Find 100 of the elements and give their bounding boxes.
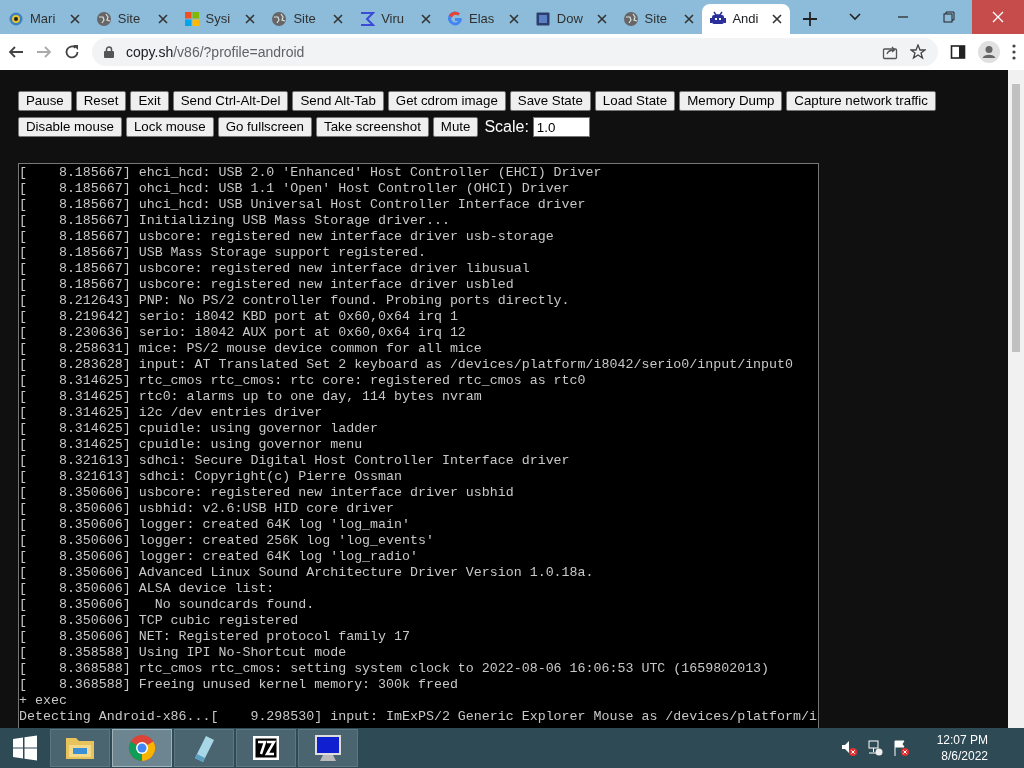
close-icon[interactable] xyxy=(157,14,168,24)
share-icon[interactable] xyxy=(882,44,898,60)
toolbar-button[interactable]: Load State xyxy=(594,91,676,111)
document-icon xyxy=(534,11,551,27)
squares-icon xyxy=(183,11,200,27)
terminal-line: [ 8.350606] TCP cubic registered xyxy=(19,613,300,629)
toolbar-button[interactable]: Capture network traffic xyxy=(786,91,936,111)
tab-title: Site xyxy=(117,10,141,29)
restore-icon[interactable] xyxy=(943,11,956,23)
tab-title: Mari xyxy=(30,10,56,29)
terminal-line: [ 8.185667] Initializing USB Mass Storage driver... xyxy=(19,213,451,229)
toolbar-button[interactable]: Go fullscreen xyxy=(217,117,312,137)
url-text: copy.sh/v86/?profile=android xyxy=(126,42,306,62)
toolbar-button[interactable]: Mute xyxy=(432,117,479,137)
terminal-line: [ 8.219642] serio: i8042 KBD port at 0x60,0x64 irq 1 xyxy=(19,309,459,325)
terminal-line: [ 8.230636] serio: i8042 AUX port at 0x60,0x64 irq 12 xyxy=(19,325,467,341)
terminal-line: [ 8.350606] logger: created 64K log 'log_radio' xyxy=(19,549,419,565)
toolbar-button[interactable]: Reset xyxy=(75,91,127,111)
terminal-line: [ 8.350606] ALSA device list: xyxy=(19,581,276,597)
lock-icon xyxy=(104,46,114,58)
browser-tab[interactable]: Site xyxy=(614,4,703,34)
close-icon xyxy=(992,11,1005,23)
toolbar-button[interactable]: Memory Dump xyxy=(679,91,783,111)
terminal-line: [ 8.314625] cpuidle: using governor menu xyxy=(19,437,364,453)
close-icon[interactable] xyxy=(69,14,80,24)
terminal-line: [ 8.314625] rtc_cmos rtc_cmos: rtc core: registered rtc_cmos as rtc0 xyxy=(19,373,587,389)
ring-icon xyxy=(8,11,24,27)
speaker-muted-icon[interactable] xyxy=(840,740,857,756)
taskbar-button[interactable] xyxy=(298,729,358,767)
toolbar-button[interactable]: Take screenshot xyxy=(316,117,429,137)
g-icon xyxy=(447,11,463,27)
reload-icon[interactable] xyxy=(64,44,80,60)
toolbar-button[interactable]: Send Ctrl-Alt-Del xyxy=(172,91,289,111)
back-icon[interactable] xyxy=(8,44,24,60)
clock-date[interactable]: 8/6/2022 xyxy=(941,748,988,764)
network-icon[interactable] xyxy=(866,740,883,756)
browser-tab[interactable]: Sysi xyxy=(175,4,264,34)
terminal-line: [ 8.314625] i2c /dev entries driver xyxy=(19,405,324,421)
browser-tab[interactable]: Site xyxy=(87,4,176,34)
terminal-line: Detecting Android-x86...[ 9.298530] input: ImExPS/2 Generic Explorer Mouse as /devices/platform/i xyxy=(19,709,818,725)
browser-tab[interactable]: Dow xyxy=(526,4,615,34)
close-icon[interactable] xyxy=(772,14,783,24)
close-icon[interactable] xyxy=(421,14,431,24)
scrollbar[interactable] xyxy=(1008,70,1024,728)
terminal-line: [ 8.350606] usbhid: v2.6:USB HID core driver xyxy=(19,501,396,517)
toolbar-button[interactable]: Disable mouse xyxy=(18,117,122,137)
browser-tab[interactable]: Andi xyxy=(702,4,791,34)
close-icon[interactable] xyxy=(596,14,607,24)
terminal-line: [ 8.185667] ohci_hcd: USB 1.1 'Open' Host Controller (OHCI) Driver xyxy=(19,181,571,197)
terminal-line: [ 8.283628] input: AT Translated Set 2 keyboard as /devices/platform/i8042/serio0/input/input0 xyxy=(19,357,794,373)
tab-title: Site xyxy=(644,10,667,29)
tab-title: Site xyxy=(293,10,316,29)
terminal-line: [ 8.185667] ehci_hcd: USB 2.0 'Enhanced' Host Controller (EHCI) Driver xyxy=(19,165,603,181)
toolbar-button[interactable]: Pause xyxy=(18,91,72,111)
close-icon[interactable] xyxy=(684,14,695,24)
terminal-line: [ 8.321613] sdhci: Secure Digital Host Controller Interface driver xyxy=(19,453,571,469)
taskbar-button[interactable] xyxy=(236,729,296,767)
close-icon[interactable] xyxy=(508,14,519,24)
toolbar-button[interactable]: Send Alt-Tab xyxy=(292,91,384,111)
chevron-down-icon[interactable] xyxy=(849,13,862,21)
terminal-line: [ 8.350606] logger: created 256K log 'log_events' xyxy=(19,533,435,549)
terminal-line: [ 8.185667] uhci_hcd: USB Universal Host Controller Interface driver xyxy=(19,197,587,213)
browser-tab[interactable]: Site xyxy=(263,4,352,34)
terminal-line: [ 8.350606] usbcore: registered new interface driver usbhid xyxy=(19,485,515,501)
terminal-line: [ 8.350606] NET: Registered protocol family 17 xyxy=(19,629,411,645)
browser-tab[interactable]: Viru xyxy=(351,4,439,34)
scale-field[interactable]: 1.0 xyxy=(532,117,590,137)
tab-title: Sysi xyxy=(205,10,231,29)
browser-tab[interactable]: Mari xyxy=(0,4,88,34)
flag-icon[interactable] xyxy=(892,740,909,756)
toolbar-button[interactable]: Get cdrom image xyxy=(387,91,506,111)
menu-icon[interactable] xyxy=(1012,44,1016,60)
clock-time[interactable]: 12:07 PM xyxy=(936,732,988,748)
terminal-line: [ 8.358588] Using IPI No-Shortcut mode xyxy=(19,645,348,661)
globe-icon xyxy=(622,11,639,27)
browser-tab[interactable]: Elas xyxy=(439,4,527,34)
terminal-line: + exec xyxy=(19,693,68,709)
terminal-line: [ 8.212643] PNP: No PS/2 controller found. Probing ports directly. xyxy=(19,293,571,309)
toolbar-button[interactable]: Exit xyxy=(130,91,169,111)
terminal-line: [ 8.350606] logger: created 64K log 'log_main' xyxy=(19,517,411,533)
tab-title: Elas xyxy=(469,10,495,29)
star-icon[interactable] xyxy=(910,44,926,60)
terminal-line: [ 8.368588] Freeing unused kernel memory: 300k freed xyxy=(19,677,459,693)
side-panel-icon[interactable] xyxy=(950,44,966,60)
toolbar-button[interactable]: Save State xyxy=(509,91,591,111)
terminal-line: [ 8.185667] usbcore: registered new interface driver libusual xyxy=(19,261,531,277)
new-tab-icon[interactable] xyxy=(803,12,818,26)
robot-icon xyxy=(710,11,727,27)
close-icon[interactable] xyxy=(333,14,344,24)
terminal-line: [ 8.185667] usbcore: registered new interface driver usbled xyxy=(19,277,515,293)
tab-title: Andi xyxy=(732,10,759,29)
terminal-line: [ 8.368588] rtc_cmos rtc_cmos: setting system clock to 2022-08-06 16:06:53 UTC (1659802013) xyxy=(19,661,771,677)
start-icon[interactable] xyxy=(12,735,38,761)
profile-icon[interactable] xyxy=(978,41,1000,63)
terminal-line: [ 8.350606] Advanced Linux Sound Architecture Driver Version 1.0.18a. xyxy=(19,565,595,581)
address-bar[interactable]: copy.sh/v86/?profile=android xyxy=(92,38,938,66)
close-icon[interactable] xyxy=(245,14,256,24)
toolbar-button[interactable]: Lock mouse xyxy=(125,117,214,137)
terminal-line: [ 8.314625] cpuidle: using governor ladder xyxy=(19,421,380,437)
globe-icon xyxy=(271,11,288,27)
